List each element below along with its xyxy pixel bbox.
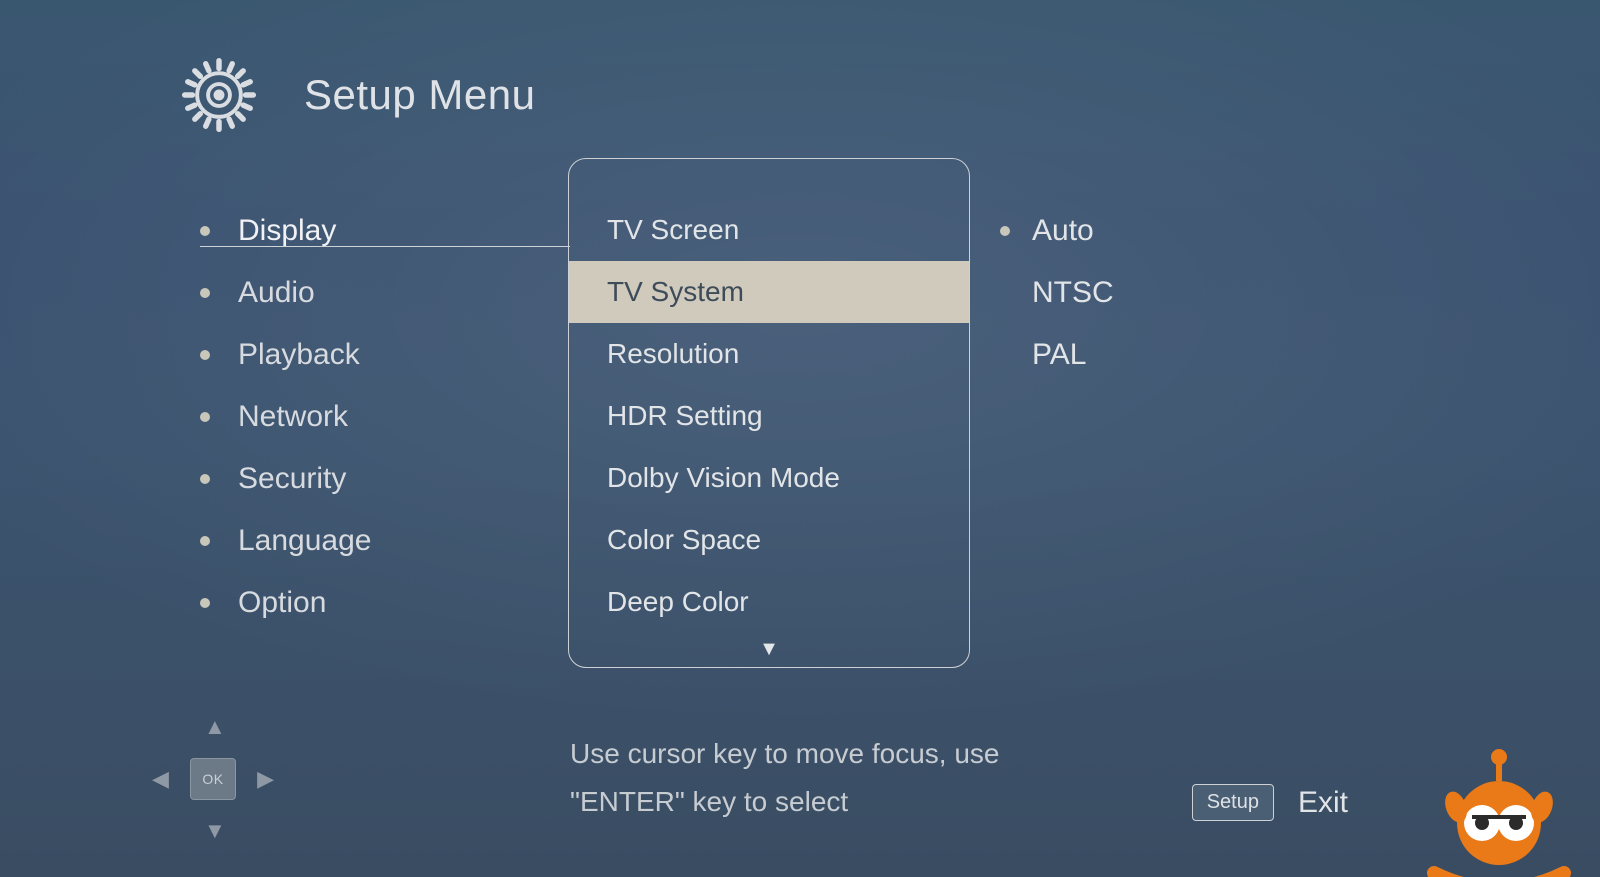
panel-item-tv-screen[interactable]: TV Screen — [569, 199, 969, 261]
category-item-language[interactable]: Language — [200, 510, 560, 572]
value-item-auto[interactable]: Auto — [1000, 200, 1114, 262]
arrow-up-icon: ▲ — [204, 716, 226, 738]
category-label: Playback — [238, 338, 360, 372]
category-item-display[interactable]: Display — [200, 200, 560, 262]
category-label: Option — [238, 586, 326, 620]
panel-item-label: Dolby Vision Mode — [607, 462, 840, 494]
category-label: Display — [238, 214, 336, 248]
value-label: PAL — [1032, 338, 1086, 372]
panel-item-label: TV System — [607, 276, 744, 308]
bullet-icon — [200, 350, 210, 360]
bullet-icon — [200, 412, 210, 422]
panel-item-resolution[interactable]: Resolution — [569, 323, 969, 385]
panel-item-label: TV Screen — [607, 214, 739, 246]
bullet-icon — [200, 598, 210, 608]
category-item-network[interactable]: Network — [200, 386, 560, 448]
bullet-icon — [1000, 226, 1010, 236]
value-list: Auto NTSC PAL — [1000, 200, 1114, 386]
panel-item-hdr-setting[interactable]: HDR Setting — [569, 385, 969, 447]
value-label: NTSC — [1032, 276, 1114, 310]
bullet-icon — [200, 226, 210, 236]
gear-icon — [180, 56, 258, 134]
category-item-audio[interactable]: Audio — [200, 262, 560, 324]
category-list: Display Audio Playback Network Security … — [200, 200, 560, 634]
category-underline — [200, 246, 570, 247]
category-label: Language — [238, 524, 371, 558]
panel-item-label: Resolution — [607, 338, 739, 370]
arrow-down-icon: ▼ — [204, 820, 226, 842]
panel-item-label: HDR Setting — [607, 400, 763, 432]
value-item-ntsc[interactable]: NTSC — [1000, 262, 1114, 324]
panel-item-label: Color Space — [607, 524, 761, 556]
exit-label: Exit — [1298, 786, 1348, 820]
panel-item-tv-system[interactable]: TV System — [569, 261, 969, 323]
arrow-right-icon: ▶ — [257, 768, 274, 790]
value-item-pal[interactable]: PAL — [1000, 324, 1114, 386]
category-label: Security — [238, 462, 346, 496]
hint-text: Use cursor key to move focus, use "ENTER… — [570, 730, 1090, 826]
value-label: Auto — [1032, 214, 1094, 248]
settings-panel: TV Screen TV System Resolution HDR Setti… — [568, 158, 970, 668]
setup-button[interactable]: Setup — [1192, 784, 1274, 821]
bullet-icon — [200, 288, 210, 298]
header: Setup Menu — [180, 56, 536, 134]
exit-area: Setup Exit — [1192, 784, 1348, 821]
panel-item-dolby-vision-mode[interactable]: Dolby Vision Mode — [569, 447, 969, 509]
ok-button-icon: OK — [190, 758, 236, 800]
category-label: Network — [238, 400, 348, 434]
bullet-icon — [200, 536, 210, 546]
panel-item-color-space[interactable]: Color Space — [569, 509, 969, 571]
panel-item-label: Deep Color — [607, 586, 749, 618]
page-title: Setup Menu — [304, 71, 536, 119]
panel-item-deep-color[interactable]: Deep Color — [569, 571, 969, 633]
brand-logo-icon — [1414, 745, 1584, 877]
category-label: Audio — [238, 276, 315, 310]
chevron-down-icon[interactable]: ▼ — [759, 639, 779, 659]
category-item-security[interactable]: Security — [200, 448, 560, 510]
dpad-hint: ▲ ▼ ◀ ▶ OK — [148, 714, 278, 844]
bullet-icon — [200, 474, 210, 484]
arrow-left-icon: ◀ — [152, 768, 169, 790]
category-item-option[interactable]: Option — [200, 572, 560, 634]
category-item-playback[interactable]: Playback — [200, 324, 560, 386]
